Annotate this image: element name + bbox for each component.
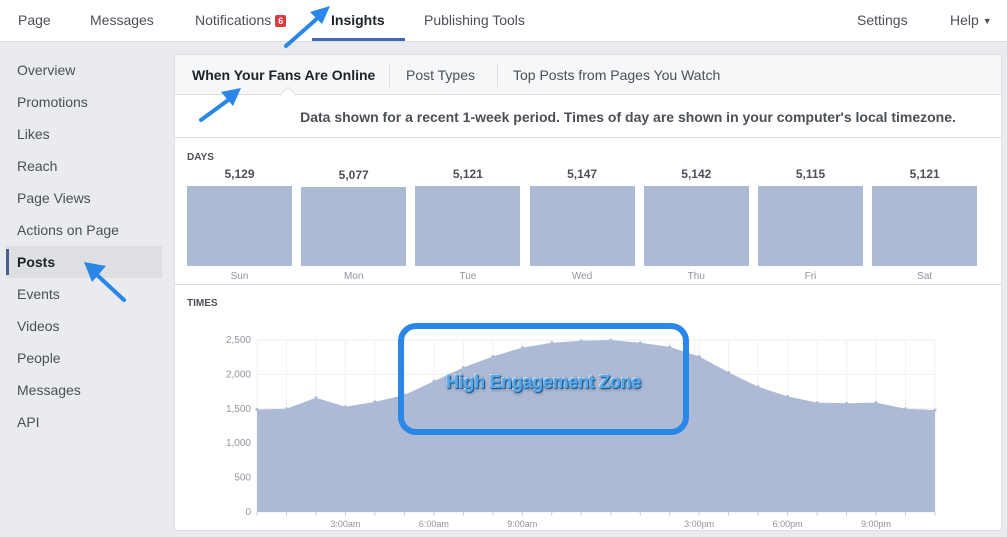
day-column-thu: 5,142 Thu [643, 138, 749, 285]
days-chart: DAYS 5,129 Sun 5,077 Mon 5,121 Tue 5,147 Wed 5,1… [175, 138, 1001, 285]
day-axis-label: Thu [687, 271, 705, 282]
times-chart-title: TIMES [187, 298, 218, 309]
day-axis-label: Fri [804, 271, 817, 282]
y-tick-label: 2,000 [226, 369, 251, 380]
day-bar[interactable] [758, 186, 863, 266]
times-data-point [786, 394, 790, 398]
sidebar-item-api[interactable]: API [6, 406, 162, 438]
times-data-point [727, 370, 731, 374]
y-tick-label: 0 [245, 507, 251, 518]
x-tick-label: 9:00pm [861, 519, 891, 529]
sidebar-item-posts[interactable]: Posts [6, 246, 162, 278]
tab-top-posts-pages-you-watch[interactable]: Top Posts from Pages You Watch [513, 67, 720, 83]
nav-settings[interactable]: Settings [857, 12, 908, 28]
sidebar-item-events[interactable]: Events [6, 278, 162, 310]
times-data-point [904, 407, 908, 411]
active-tab-indicator [312, 38, 405, 41]
day-value-label: 5,121 [452, 167, 483, 182]
nav-page[interactable]: Page [18, 12, 51, 28]
day-value-label: 5,129 [224, 167, 255, 182]
times-data-point [933, 408, 937, 412]
sidebar-item-actions-on-page[interactable]: Actions on Page [6, 214, 162, 246]
timezone-notice: Data shown for a recent 1-week period. T… [175, 96, 1001, 138]
sidebar-item-promotions[interactable]: Promotions [6, 86, 162, 118]
y-tick-label: 1,000 [226, 438, 251, 449]
y-tick-label: 500 [234, 473, 251, 484]
day-value-label: 5,121 [909, 167, 940, 182]
sub-tabs: When Your Fans Are Online Post Types Top… [175, 55, 1001, 95]
times-data-point [314, 396, 318, 400]
day-column-sat: 5,121 Sat [872, 138, 978, 285]
nav-help-label: Help [950, 12, 979, 28]
times-data-point [697, 355, 701, 359]
nav-notifications[interactable]: Notifications 6 [195, 12, 287, 28]
times-data-point [284, 407, 288, 411]
nav-notifications-label: Notifications [195, 12, 272, 28]
x-tick-label: 6:00pm [773, 519, 803, 529]
times-data-point [343, 405, 347, 409]
day-column-wed: 5,147 Wed [529, 138, 635, 285]
day-column-fri: 5,115 Fri [758, 138, 863, 285]
tab-divider [497, 63, 498, 87]
sidebar-item-reach[interactable]: Reach [6, 150, 162, 182]
day-bar[interactable] [301, 187, 407, 266]
times-data-point [756, 385, 760, 389]
day-column-mon: 5,077 Mon [301, 138, 407, 285]
day-bar[interactable] [643, 186, 749, 266]
day-bar[interactable] [187, 186, 292, 266]
sidebar-item-page-views[interactable]: Page Views [6, 182, 162, 214]
day-column-sun: 5,129 Sun [187, 138, 292, 285]
day-value-label: 5,142 [681, 167, 712, 182]
x-tick-label: 6:00am [419, 519, 449, 529]
sidebar-item-videos[interactable]: Videos [6, 310, 162, 342]
nav-help[interactable]: Help ▼ [950, 12, 992, 28]
day-axis-label: Wed [571, 271, 593, 282]
nav-messages[interactable]: Messages [90, 12, 154, 28]
day-axis-label: Sat [917, 271, 933, 282]
tab-when-fans-online[interactable]: When Your Fans Are Online [192, 67, 375, 83]
day-axis-label: Mon [343, 271, 364, 282]
times-data-point [845, 401, 849, 405]
sidebar-item-likes[interactable]: Likes [6, 118, 162, 150]
high-engagement-label: High Engagement Zone [445, 372, 641, 392]
y-tick-label: 1,500 [226, 404, 251, 415]
times-data-point [255, 407, 259, 411]
day-bar[interactable] [872, 186, 978, 266]
sidebar-item-messages[interactable]: Messages [6, 374, 162, 406]
times-data-point [874, 401, 878, 405]
tab-post-types[interactable]: Post Types [406, 67, 475, 83]
tab-divider [389, 63, 390, 87]
x-tick-label: 3:00pm [684, 519, 714, 529]
day-column-tue: 5,121 Tue [415, 138, 521, 285]
x-tick-label: 3:00am [330, 519, 360, 529]
top-navigation: Page Messages Notifications 6 Insights Pu… [0, 0, 1007, 42]
nav-insights[interactable]: Insights [331, 12, 385, 28]
nav-publishing-tools[interactable]: Publishing Tools [424, 12, 525, 28]
times-data-point [815, 401, 819, 405]
day-bar[interactable] [529, 186, 635, 266]
day-axis-label: Tue [459, 271, 477, 282]
insights-panel: When Your Fans Are Online Post Types Top… [174, 54, 1002, 531]
day-value-label: 5,077 [338, 168, 369, 183]
x-tick-label: 9:00am [507, 519, 537, 529]
day-axis-label: Sun [230, 271, 249, 282]
day-value-label: 5,115 [795, 167, 826, 182]
day-value-label: 5,147 [567, 167, 598, 181]
notification-count-badge: 6 [275, 15, 287, 27]
sidebar-item-people[interactable]: People [6, 342, 162, 374]
sidebar-item-overview[interactable]: Overview [6, 54, 162, 86]
caret-down-icon: ▼ [982, 16, 992, 26]
y-tick-label: 2,500 [226, 335, 251, 346]
sidebar: Overview Promotions Likes Reach Page Vie… [0, 42, 170, 537]
times-data-point [373, 400, 377, 404]
day-bar[interactable] [415, 186, 521, 266]
